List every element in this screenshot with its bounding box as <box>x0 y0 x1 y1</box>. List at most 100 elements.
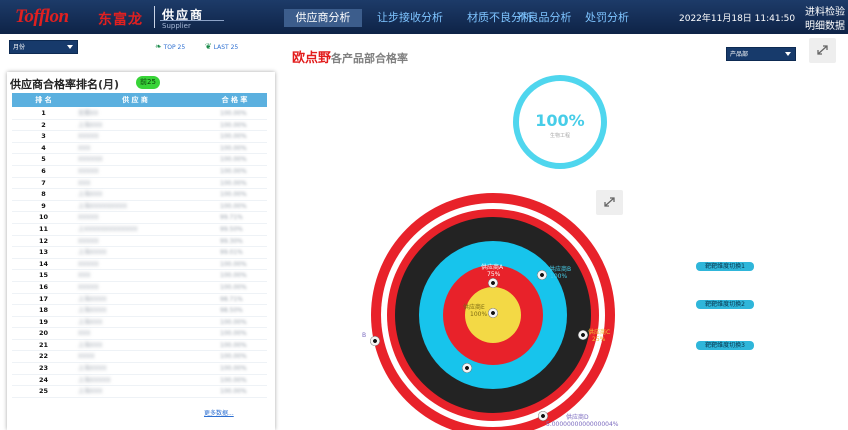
top-bar: Tofflon 东富龙 供应商 Supplier 供应商分析 让步接收分析 材质… <box>0 0 848 34</box>
rank-cell: 20 <box>38 329 49 338</box>
table-row[interactable]: 2 上海XXX 100.00% <box>12 120 267 132</box>
bullet-hole-supplier-b[interactable] <box>537 270 547 280</box>
table-row[interactable]: 21 上海XXX 100.00% <box>12 340 267 352</box>
dimension-switch-button-1[interactable]: 靶靶维度切换1 <box>696 262 754 271</box>
supplier-cell: 上海XXXX <box>78 307 107 315</box>
more-data-link[interactable]: 更多数据... <box>204 408 234 417</box>
supplier-cell: 上海XXXX <box>78 249 107 257</box>
target-label-supplier-d: 供应商D <box>566 414 589 421</box>
rank-cell: 13 <box>38 248 49 257</box>
rank-cell: 10 <box>38 213 49 222</box>
brand-logo-cn: 东富龙 <box>98 12 143 28</box>
table-row[interactable]: 7 XXX 100.00% <box>12 178 267 190</box>
supplier-cell: 上海XXX <box>78 191 103 199</box>
top25-label: TOP 25 <box>163 44 186 51</box>
rank-cell: 1 <box>41 109 46 117</box>
bullet-hole-lower-left[interactable] <box>462 363 472 373</box>
table-row[interactable]: 16 XXXXX 100.00% <box>12 282 267 294</box>
brand-logo: Tofflon <box>15 6 69 27</box>
table-row[interactable]: 11 上XXXXXXXXXXXXX 99.50% <box>12 224 267 236</box>
table-row[interactable]: 13 上海XXXX 99.01% <box>12 247 267 259</box>
supplier-cell: 上海XXXXXXXXX <box>78 202 127 210</box>
table-row[interactable]: 14 XXXXX 100.00% <box>12 259 267 271</box>
table-row[interactable]: 20 XXX 100.00% <box>12 328 267 340</box>
rate-cell: 100.00% <box>220 272 247 280</box>
ranking-title: 供应商合格率排名(月) <box>10 76 119 92</box>
supplier-cell: 上海XXXX <box>78 295 107 303</box>
table-row[interactable]: 12 XXXXX 99.30% <box>12 236 267 248</box>
gauge-value: 100% <box>535 111 585 130</box>
bullet-hole-supplier-d[interactable] <box>538 411 548 421</box>
table-row[interactable]: 8 上海XXX 100.00% <box>12 189 267 201</box>
rank-cell: 21 <box>38 340 49 349</box>
tab-supplier-analysis[interactable]: 供应商分析 <box>284 9 362 27</box>
table-row[interactable]: 3 XXXXX 100.00% <box>12 131 267 143</box>
tab-penalty-analysis[interactable]: 处罚分析 <box>578 9 636 27</box>
supplier-cell: XXXXX <box>78 133 99 141</box>
rate-cell: 100.00% <box>220 376 247 384</box>
last25-button[interactable]: ❦ LAST 25 <box>205 42 238 51</box>
rate-cell: 100.00% <box>220 318 247 326</box>
rate-cell: 99.50% <box>220 225 243 233</box>
target-fullscreen-button[interactable] <box>596 190 623 215</box>
rank-cell: 5 <box>41 155 46 164</box>
ranking-period-tag: (月) <box>98 78 120 91</box>
rate-cell: 100.00% <box>220 133 247 141</box>
rank-cell: 24 <box>38 375 49 384</box>
bullet-hole-supplier-e[interactable] <box>488 308 498 318</box>
supplier-cell: 上海XXXXX <box>78 376 111 384</box>
table-row[interactable]: 22 XXXX 100.00% <box>12 351 267 364</box>
rank-cell: 7 <box>41 178 46 187</box>
rate-cell: 100.00% <box>220 179 247 187</box>
target-value-supplier-e: 100% <box>470 311 488 318</box>
table-row[interactable]: 25 上海XXX 100.00% <box>12 386 267 398</box>
period-select[interactable]: 月份 <box>9 40 78 54</box>
table-row[interactable]: 9 上海XXXXXXXXX 100.00% <box>12 201 267 213</box>
rank-cell: 9 <box>41 201 46 210</box>
rank-cell: 4 <box>41 143 46 152</box>
rank-cell: 3 <box>41 132 46 141</box>
bullet-hole-supplier-a[interactable] <box>488 278 498 288</box>
table-row[interactable]: 24 上海XXXXX 100.00% <box>12 375 267 387</box>
rank-cell: 18 <box>38 306 49 315</box>
supplier-cell: XXXXX <box>78 167 99 175</box>
table-row[interactable]: 6 XXXXX 100.00% <box>12 166 267 178</box>
rank-cell: 8 <box>41 190 46 199</box>
supplier-cell: 上海XXX <box>78 388 103 396</box>
table-row[interactable]: 19 上海XXX 100.00% <box>12 317 267 329</box>
tab-defect-analysis[interactable]: 不良品分析 <box>504 9 584 27</box>
table-row[interactable]: 23 上海XXXX 100.00% <box>12 363 267 375</box>
table-row[interactable]: 15 XXX 100.00% <box>12 270 267 282</box>
rank-cell: 12 <box>38 236 49 245</box>
rate-cell: 99.71% <box>220 214 243 222</box>
rate-cell: 100.00% <box>220 260 247 268</box>
fullscreen-button[interactable] <box>809 38 836 63</box>
dimension-switch-button-3[interactable]: 靶靶维度切换3 <box>696 341 754 350</box>
bullet-hole-outer-left[interactable] <box>370 336 380 346</box>
tab-concession-analysis[interactable]: 让步接收分析 <box>364 9 456 27</box>
table-row[interactable]: 18 上海XXXX 98.50% <box>12 305 267 317</box>
column-header-rank: 排 名 <box>35 96 52 104</box>
rate-cell: 100.00% <box>220 353 247 361</box>
incoming-inspection-link[interactable]: 进料检验 <box>805 3 845 18</box>
department-select[interactable]: 产品部 <box>726 47 796 61</box>
rate-cell: 100.00% <box>220 202 247 210</box>
bullet-hole-supplier-c[interactable] <box>578 330 588 340</box>
table-row[interactable]: 17 上海XXXX 98.71% <box>12 294 267 306</box>
table-row[interactable]: 10 XXXXX 99.71% <box>12 212 267 224</box>
supplier-cell: 上海XXX <box>78 341 103 349</box>
top25-button[interactable]: ❧ TOP 25 <box>155 42 185 51</box>
table-row[interactable]: 1 无锡XX 100.00% <box>12 108 267 120</box>
supplier-cell: 上海XXX <box>78 121 103 129</box>
rate-cell: 100.00% <box>220 388 247 396</box>
table-row[interactable]: 5 XXXXXX 100.00% <box>12 154 267 166</box>
rate-cell: 99.01% <box>220 249 243 257</box>
rate-cell: 100.00% <box>220 191 247 199</box>
supplier-cell: XXX <box>78 144 91 152</box>
period-select-value: 月份 <box>13 44 26 51</box>
leaf-icon: ❧ <box>155 42 162 51</box>
table-row[interactable]: 4 XXX 100.00% <box>12 143 267 155</box>
gauge-label: 生物工程 <box>549 133 570 139</box>
dimension-switch-button-2[interactable]: 靶靶维度切换2 <box>696 300 754 309</box>
detail-data-link[interactable]: 明细数据 <box>805 17 845 32</box>
